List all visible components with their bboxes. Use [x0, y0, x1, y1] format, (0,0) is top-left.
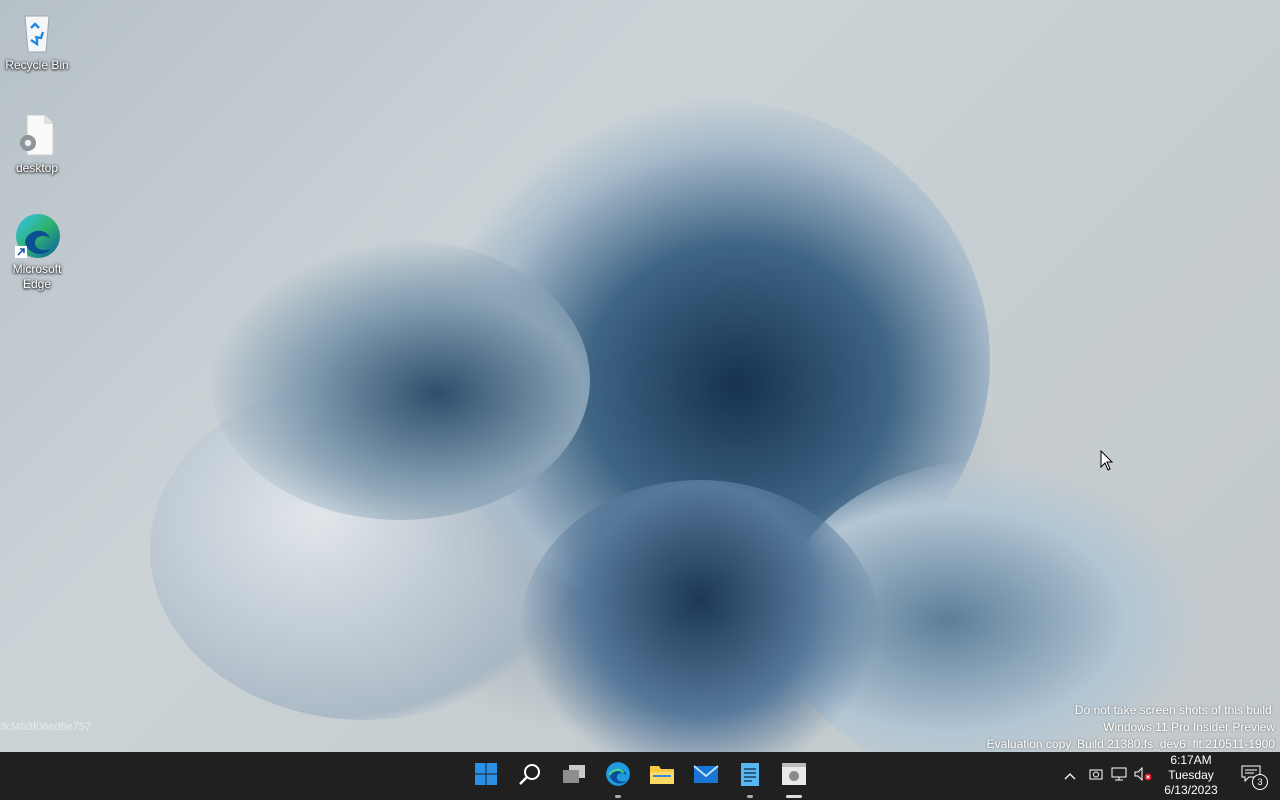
search-icon	[518, 762, 542, 791]
desktop-icon-desktop-file[interactable]: desktop	[2, 111, 72, 176]
start-button[interactable]	[466, 756, 506, 796]
show-hidden-icons-button[interactable]	[1060, 752, 1080, 800]
search-button[interactable]	[510, 756, 550, 796]
watermark-line: Do not take screen shots of this build.	[1074, 703, 1275, 717]
settings-file-icon	[13, 111, 61, 159]
active-indicator	[786, 795, 802, 798]
task-view-icon	[561, 762, 587, 791]
clock-date: 6/13/2023	[1164, 783, 1218, 797]
mail-button[interactable]	[686, 756, 726, 796]
wallpaper-bloom	[210, 240, 590, 520]
network-icon	[1111, 767, 1127, 786]
tray-camera-button[interactable]	[1086, 752, 1106, 800]
edge-icon	[13, 212, 61, 260]
notification-icon: 3	[1241, 765, 1268, 790]
evaluation-watermark: Do not take screen shots of this build. …	[987, 702, 1275, 752]
file-explorer-button[interactable]	[642, 756, 682, 796]
volume-button[interactable]	[1132, 752, 1154, 800]
watermark-line: Windows 11 Pro Insider Preview	[1103, 720, 1275, 734]
clock-time: 6:17AM	[1170, 753, 1212, 767]
build-hash-text: 3cf4b3f06ed6e757	[0, 721, 92, 733]
network-button[interactable]	[1108, 752, 1130, 800]
start-icon	[474, 762, 498, 791]
desktop-icon-label: desktop	[15, 161, 59, 175]
task-view-button[interactable]	[554, 756, 594, 796]
camera-icon	[1089, 767, 1103, 786]
app-icon	[781, 762, 807, 791]
desktop-wallpaper: Recycle Bin desktop Microsoft Edge 3cf4b…	[0, 0, 1280, 752]
clock-day: Tuesday	[1168, 768, 1214, 782]
taskbar: 6:17AM Tuesday 6/13/2023 3	[0, 752, 1280, 800]
notification-count-badge: 3	[1252, 773, 1268, 790]
desktop-icon-recycle-bin[interactable]: Recycle Bin	[2, 8, 72, 73]
file-explorer-icon	[649, 762, 675, 791]
notification-center-button[interactable]: 3	[1234, 752, 1268, 800]
chevron-up-icon	[1064, 767, 1076, 785]
taskbar-edge-button[interactable]	[598, 756, 638, 798]
running-indicator	[615, 795, 621, 798]
desktop-icon-label: Recycle Bin	[5, 58, 69, 72]
active-app-button[interactable]	[774, 756, 814, 798]
desktop-icon-label: Microsoft Edge	[12, 262, 62, 291]
recycle-bin-icon	[13, 8, 61, 56]
watermark-line: Evaluation copy. Build 21380.fs_dev6_flt…	[986, 737, 1275, 751]
mouse-cursor-icon	[1100, 449, 1114, 477]
running-indicator	[747, 795, 753, 798]
volume-muted-icon	[1134, 766, 1152, 786]
edge-icon	[605, 761, 631, 792]
notepad-button[interactable]	[730, 756, 770, 798]
desktop-icon-microsoft-edge[interactable]: Microsoft Edge	[2, 212, 72, 292]
notepad-icon	[739, 761, 761, 792]
mail-icon	[693, 763, 719, 790]
clock[interactable]: 6:17AM Tuesday 6/13/2023	[1158, 753, 1224, 798]
